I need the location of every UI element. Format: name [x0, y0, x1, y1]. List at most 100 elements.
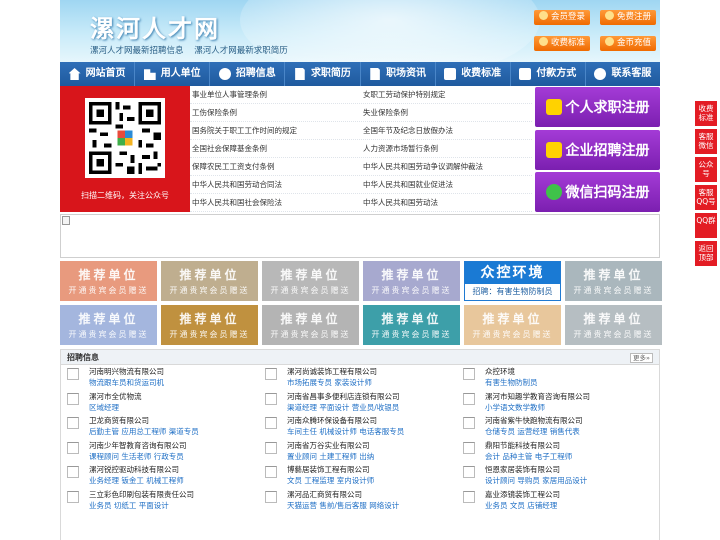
job-positions[interactable]: 置业顾问 土建工程师 出纳 — [287, 451, 463, 462]
company-logo-image[interactable] — [463, 441, 475, 454]
company-name[interactable]: 恒恩家居装饰有限公司 — [485, 465, 661, 475]
company-logo-image[interactable] — [265, 466, 277, 478]
job-positions[interactable]: 有害生物防制员 — [485, 377, 661, 388]
policy-link[interactable]: 中华人民共和国劳动法 — [361, 194, 532, 211]
recommended-employer-slot[interactable]: 推荐单位 开通贵宾会员赠送 — [161, 305, 258, 345]
company-name[interactable]: 河南省昌事多便利店连锁有限公司 — [287, 392, 463, 402]
ad-banner[interactable] — [60, 214, 660, 258]
company-name[interactable]: 卫龙商贸有限公司 — [89, 416, 265, 426]
job-positions[interactable]: 小学语文数学教师 — [485, 402, 661, 413]
float-qq-group-button[interactable]: QQ群 — [695, 213, 717, 238]
job-positions[interactable]: 物流跟车员和货运司机 — [89, 377, 265, 388]
job-positions[interactable]: 业务员 文员 店铺经理 — [485, 500, 661, 511]
job-positions[interactable]: 天猫运营 售前/售后客服 网络设计 — [287, 500, 463, 511]
company-name[interactable]: 三立彩色印刷包装有限责任公司 — [89, 490, 265, 500]
company-logo-image[interactable] — [67, 466, 79, 478]
company-name[interactable]: 漯河市全优物流 — [89, 392, 265, 402]
float-fees-button[interactable]: 收费标准 — [695, 101, 717, 126]
more-link[interactable]: 更多» — [630, 353, 653, 363]
company-logo-image[interactable] — [463, 392, 475, 405]
job-positions[interactable]: 业务经理 钣金工 机械工程师 — [89, 475, 265, 486]
wechat-register-button[interactable]: 微信扫码注册 — [535, 172, 660, 212]
nav-contact[interactable]: 联系客服 — [586, 62, 660, 86]
company-logo-image[interactable] — [463, 417, 475, 429]
recommended-employer-slot[interactable]: 推荐单位 开通贵宾会员赠送 — [363, 305, 460, 345]
job-positions[interactable]: 市场拓展专员 家装设计师 — [287, 377, 463, 388]
recommended-employer-slot[interactable]: 推荐单位 开通贵宾会员赠送 — [363, 261, 460, 301]
recommended-employer-slot[interactable]: 推荐单位 开通贵宾会员赠送 — [565, 261, 662, 301]
policy-link[interactable]: 人力资源市场暂行条例 — [361, 140, 532, 157]
job-positions[interactable]: 仓储专员 运营经理 销售代表 — [485, 426, 661, 437]
float-wechat-button[interactable]: 客服微信 — [695, 129, 717, 154]
nav-employers[interactable]: 用人单位 — [135, 62, 211, 86]
company-logo-image[interactable] — [67, 368, 79, 380]
policy-link[interactable]: 中华人民共和国就业促进法 — [361, 176, 532, 193]
job-positions[interactable]: 课程顾问 生活老师 行政专员 — [89, 451, 265, 462]
company-name[interactable]: 河南明兴物流有限公司 — [89, 367, 265, 377]
company-logo-image[interactable] — [265, 417, 277, 429]
job-positions[interactable]: 业务员 切纸工 平面设计 — [89, 500, 265, 511]
policy-link[interactable]: 工伤保险条例 — [190, 104, 361, 121]
nav-jobs[interactable]: 招聘信息 — [210, 62, 286, 86]
company-name[interactable]: 河南省万谷实业有限公司 — [287, 441, 463, 451]
job-seeker-register-button[interactable]: 个人求职注册 — [535, 87, 660, 127]
job-positions[interactable]: 车间主任 机械设计师 电话客服专员 — [287, 426, 463, 437]
nav-resumes[interactable]: 求职简历 — [285, 62, 361, 86]
company-name[interactable]: 河南省紫牛快跑物流有限公司 — [485, 416, 661, 426]
company-name[interactable]: 博藝居装饰工程有限公司 — [287, 465, 463, 475]
company-name[interactable]: 河南众腾环保设备有限公司 — [287, 416, 463, 426]
company-logo-image[interactable] — [67, 417, 79, 429]
company-logo-image[interactable] — [265, 490, 277, 503]
company-logo-image[interactable] — [265, 368, 277, 380]
company-name[interactable]: 河南少年智教育咨询有限公司 — [89, 441, 265, 451]
company-name[interactable]: 漯河锐控驱动科技有限公司 — [89, 465, 265, 475]
recommended-employer-slot[interactable]: 推荐单位 开通贵宾会员赠送 — [464, 305, 561, 345]
company-name[interactable]: 漯河品汇商贸有限公司 — [287, 490, 463, 500]
recommended-employer-slot[interactable]: 推荐单位 开通贵宾会员赠送 — [60, 305, 157, 345]
recommended-employer-slot[interactable]: 推荐单位 开通贵宾会员赠送 — [60, 261, 157, 301]
policy-link[interactable]: 国务院关于职工工作时间的规定 — [190, 122, 361, 139]
job-positions[interactable]: 会计 品种主管 电子工程师 — [485, 451, 661, 462]
company-name[interactable]: 漯河尚诚装饰工程有限公司 — [287, 367, 463, 377]
nav-news[interactable]: 职场资讯 — [361, 62, 436, 86]
policy-link[interactable]: 女职工劳动保护特别规定 — [361, 86, 532, 103]
back-to-top-button[interactable]: 返回顶部 — [695, 241, 717, 266]
company-name[interactable]: 鼎阳节能科技有限公司 — [485, 441, 661, 451]
recommended-employer-slot[interactable]: 推荐单位 开通贵宾会员赠送 — [565, 305, 662, 345]
company-name[interactable]: 众控环境 — [485, 367, 661, 377]
policy-link[interactable]: 全国年节及纪念日放假办法 — [361, 122, 532, 139]
employer-register-button[interactable]: 企业招聘注册 — [535, 130, 660, 170]
policy-link[interactable]: 全国社会保障基金条例 — [190, 140, 361, 157]
company-logo-image[interactable] — [67, 441, 79, 454]
recommended-employer-slot[interactable]: 推荐单位 开通贵宾会员赠送 — [262, 261, 359, 301]
job-positions[interactable]: 设计顾问 导购员 家居用品设计 — [485, 475, 661, 486]
company-logo-image[interactable] — [463, 490, 475, 503]
register-button[interactable]: 免费注册 — [600, 10, 656, 25]
company-logo-image[interactable] — [67, 490, 79, 503]
recommended-employer-slot[interactable]: 推荐单位 开通贵宾会员赠送 — [161, 261, 258, 301]
company-logo-image[interactable] — [463, 466, 475, 478]
nav-payment[interactable]: 付款方式 — [511, 62, 586, 86]
job-positions[interactable]: 后勤主管 应用总工程师 渠道专员 — [89, 426, 265, 437]
fees-button[interactable]: 收费标准 — [534, 36, 590, 51]
policy-link[interactable]: 保障农民工工资支付条例 — [190, 158, 361, 175]
policy-link[interactable]: 失业保险条例 — [361, 104, 532, 121]
job-positions[interactable]: 文员 工程监理 室内设计师 — [287, 475, 463, 486]
company-name[interactable]: 嘉业添镜装饰工程公司 — [485, 490, 661, 500]
company-logo-image[interactable] — [265, 392, 277, 405]
slogan-jobs[interactable]: 漯河人才网最新招聘信息 — [90, 46, 184, 56]
company-logo-image[interactable] — [67, 392, 79, 405]
float-qq-button[interactable]: 客服QQ号 — [695, 185, 717, 210]
company-name[interactable]: 漯河市知趣学教育咨询有限公司 — [485, 392, 661, 402]
job-positions[interactable]: 渠道经理 平面设计 营业员/收银员 — [287, 402, 463, 413]
login-button[interactable]: 会员登录 — [534, 10, 590, 25]
slogan-resumes[interactable]: 漯河人才网最新求职简历 — [194, 46, 288, 56]
float-official-account-button[interactable]: 公众号 — [695, 157, 717, 182]
recharge-button[interactable]: 金币充值 — [600, 36, 656, 51]
site-logo[interactable]: 漯河人才网 — [90, 9, 220, 44]
nav-fees[interactable]: 收费标准 — [436, 62, 511, 86]
featured-employer-card[interactable]: 众控环境 招聘：有害生物防制员 — [464, 261, 561, 301]
policy-link[interactable]: 事业单位人事管理条例 — [190, 86, 361, 103]
company-logo-image[interactable] — [265, 441, 277, 454]
nav-home[interactable]: 网站首页 — [60, 62, 136, 86]
